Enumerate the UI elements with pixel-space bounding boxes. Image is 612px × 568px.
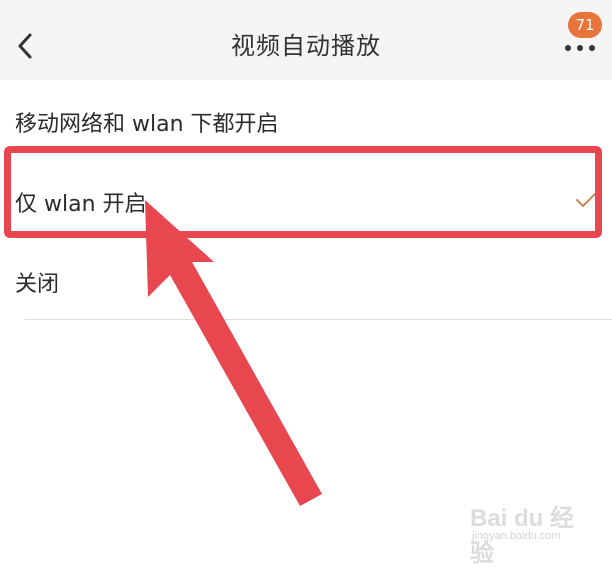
annotation-arrow-icon (145, 200, 322, 506)
watermark-url: jingyan.baidu.com (472, 530, 561, 542)
watermark: Bai du 经验 jingyan.baidu.com (470, 498, 590, 567)
